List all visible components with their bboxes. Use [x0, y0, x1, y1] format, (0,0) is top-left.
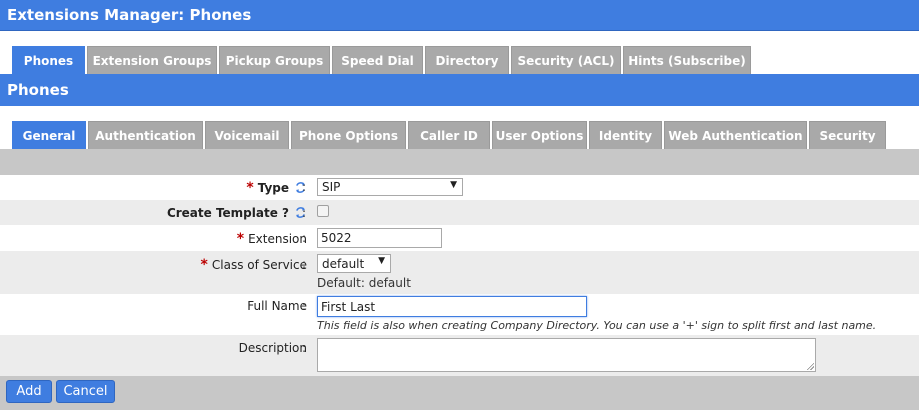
main-tabs: Phones Extension Groups Pickup Groups Sp…: [12, 46, 753, 74]
form-header-strip: [0, 149, 919, 175]
form-row-type: * Type : SIP ▼: [0, 175, 919, 200]
tab-security[interactable]: Security: [809, 121, 886, 149]
type-label: * Type: [246, 180, 307, 196]
colon: :: [302, 341, 307, 355]
tab-voicemail[interactable]: Voicemail: [205, 121, 289, 149]
tab-directory[interactable]: Directory: [425, 46, 509, 74]
required-mark: *: [246, 180, 254, 196]
tab-phone-options[interactable]: Phone Options: [291, 121, 406, 149]
window-title: Extensions Manager: Phones: [7, 6, 252, 24]
class-of-service-select[interactable]: default ▼: [317, 254, 391, 273]
dropdown-arrow-icon: ▼: [378, 256, 385, 266]
title-bar: Extensions Manager: Phones: [0, 0, 919, 31]
tab-user-options[interactable]: User Options: [492, 121, 587, 149]
colon: :: [302, 257, 307, 271]
form-row-description: Description :: [0, 335, 919, 376]
dropdown-arrow-icon: ▼: [450, 180, 457, 190]
tab-identity[interactable]: Identity: [589, 121, 662, 149]
full-name-value: First Last: [321, 299, 376, 314]
extension-input[interactable]: 5022: [317, 228, 442, 248]
cancel-button[interactable]: Cancel: [56, 380, 115, 403]
required-mark: *: [236, 231, 245, 247]
tab-phones[interactable]: Phones: [12, 46, 85, 74]
form-footer: Add Cancel: [0, 376, 919, 410]
tab-speed-dial[interactable]: Speed Dial: [332, 46, 423, 74]
required-mark: *: [200, 257, 208, 273]
colon: :: [302, 206, 307, 220]
create-template-checkbox[interactable]: [317, 205, 329, 217]
description-label: Description: [238, 341, 307, 355]
full-name-input[interactable]: First Last: [317, 296, 587, 317]
colon: :: [302, 299, 307, 313]
sub-tabs: General Authentication Voicemail Phone O…: [12, 121, 888, 149]
class-of-service-default: Default: default: [317, 276, 411, 290]
full-name-hint: This field is also when creating Company…: [317, 319, 877, 332]
type-select-value: SIP: [322, 180, 341, 194]
section-title: Phones: [7, 81, 69, 99]
description-textarea[interactable]: [317, 338, 816, 372]
tab-hints-subscribe[interactable]: Hints (Subscribe): [623, 46, 751, 74]
tab-pickup-groups[interactable]: Pickup Groups: [219, 46, 330, 74]
extension-label: * Extension: [236, 231, 307, 247]
tab-caller-id[interactable]: Caller ID: [408, 121, 490, 149]
tab-web-authentication[interactable]: Web Authentication: [664, 121, 807, 149]
form-row-create-template: Create Template ? :: [0, 200, 919, 225]
full-name-label: Full Name: [247, 299, 307, 313]
form-row-full-name: Full Name : First Last This field is als…: [0, 294, 919, 335]
colon: :: [302, 180, 307, 194]
create-template-label: Create Template ?: [167, 206, 307, 220]
tab-security-acl[interactable]: Security (ACL): [511, 46, 621, 74]
colon: :: [302, 231, 307, 245]
class-of-service-label: * Class of Service: [200, 257, 307, 273]
tab-extension-groups[interactable]: Extension Groups: [87, 46, 217, 74]
tab-general[interactable]: General: [12, 121, 86, 149]
type-select[interactable]: SIP ▼: [317, 178, 463, 196]
add-button[interactable]: Add: [6, 380, 52, 403]
extension-value: 5022: [321, 231, 352, 245]
form-row-extension: * Extension : 5022: [0, 225, 919, 251]
class-of-service-value: default: [322, 256, 365, 271]
section-header: Phones: [0, 74, 919, 106]
resize-grip-icon[interactable]: [806, 362, 814, 370]
form-row-class-of-service: * Class of Service : default ▼ Default: d…: [0, 251, 919, 294]
tab-authentication[interactable]: Authentication: [88, 121, 203, 149]
